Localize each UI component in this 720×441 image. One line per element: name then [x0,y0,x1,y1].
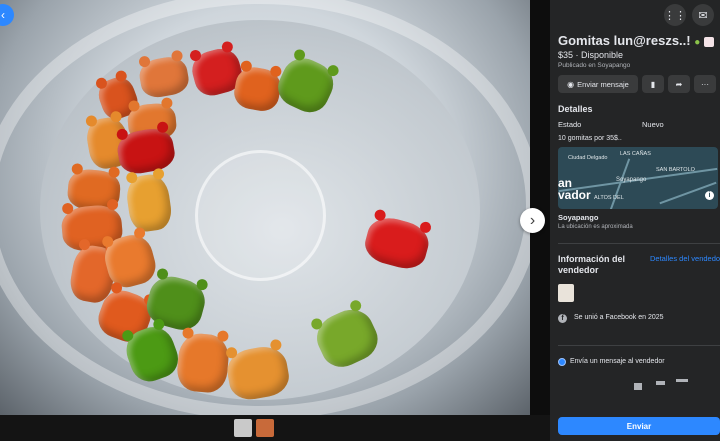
message-radio[interactable] [558,358,566,366]
quick-reply-icon[interactable] [634,383,642,390]
joined-facebook: Se unió a Facebook en 2025 [574,314,664,321]
thumbnail-strip [0,415,550,441]
bookmark-icon: ▮ [650,79,656,89]
map-label: Soyapango [616,177,647,183]
next-photo-button[interactable]: › [520,208,545,233]
info-icon[interactable]: i [705,191,714,200]
listing-description: 10 gomitas por 35$.. [558,135,622,142]
more-icon: ··· [701,79,709,89]
divider [558,243,720,244]
seller-avatar[interactable] [558,284,574,302]
alien-icon: ● [694,37,701,48]
condition-value: Nuevo [642,120,664,129]
map-label: ALTOS DEL [594,195,624,201]
menu-grid-icon[interactable]: ⋮⋮ [664,4,686,26]
map-label: LAS CAÑAS [620,151,651,157]
facebook-icon: f [558,314,567,323]
map-label: Ciudad Delgado [568,155,608,161]
quick-reply-icon[interactable] [656,381,665,385]
photo-thumbnail[interactable] [256,419,274,437]
seller-heading: Información del vendedor [558,254,625,276]
bowl-base [195,150,326,281]
more-button[interactable]: ··· [694,75,716,93]
published-location: Publicado en Soyapango [558,62,631,69]
condition-label: Estado [558,120,582,129]
share-button[interactable]: ➦ [668,75,690,93]
messenger-icon[interactable]: ✉ [692,4,714,26]
listing-photo [0,0,530,415]
photo-thumbnail[interactable] [234,419,252,437]
share-icon: ➦ [675,79,683,89]
panel-topbar: ⋮⋮ ✉ [550,0,720,30]
seller-heading-line1: Información del [558,254,626,264]
divider [558,345,720,346]
photo-viewer: ‹ › [0,0,550,441]
listing-title-text: Gomitas lun@reszs..! [558,33,691,48]
map-label: SAN BARTOLO [656,167,695,173]
send-button-label: Enviar [626,421,652,431]
send-button[interactable]: Enviar [558,417,720,435]
details-heading: Detalles [558,104,593,114]
send-message-button[interactable]: ◉ Enviar mensaje [558,75,638,93]
save-button[interactable]: ▮ [642,75,664,93]
quick-reply-icon[interactable] [676,379,688,382]
gummy-bear [175,331,231,395]
send-message-label: Enviar mensaje [577,79,629,89]
listing-title: Gomitas lun@reszs..! ● [558,33,714,48]
listing-panel: ⋮⋮ ✉ Gomitas lun@reszs..! ● $35 · Dispon… [550,0,720,441]
location-map[interactable]: Ciudad Delgado LAS CAÑAS SAN BARTOLO Soy… [558,147,718,209]
chevron-right-icon: › [529,211,536,229]
seller-heading-line2: vendedor [558,265,599,275]
map-location-note: La ubicación es aproximada [558,224,633,230]
price-status: $35 · Disponible [558,50,624,60]
map-location-name: Soyapango [558,213,599,222]
seller-details-link[interactable]: Detalles del vendedor [650,254,720,263]
message-prompt: Envía un mensaje al vendedor [570,358,665,365]
messenger-icon: ◉ [567,79,575,89]
map-city-label: an vador [558,176,591,202]
action-bar: ◉ Enviar mensaje ▮ ➦ ··· [558,75,716,93]
sticker-icon [703,36,714,47]
